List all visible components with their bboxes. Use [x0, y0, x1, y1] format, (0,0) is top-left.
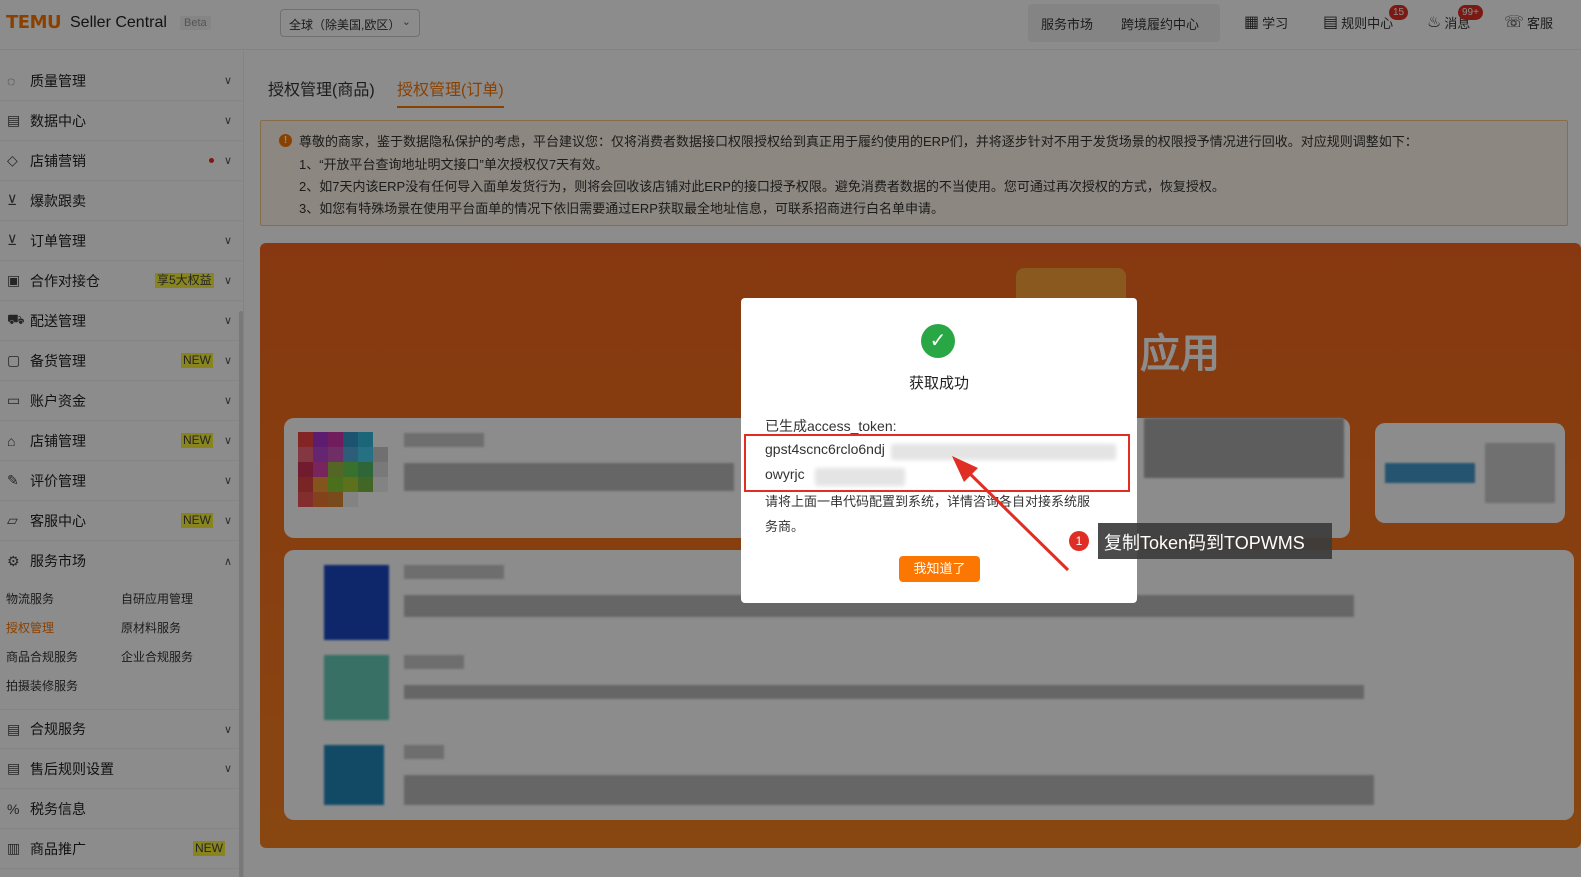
arrow-line: [960, 464, 1070, 572]
annotation-label: 复制Token码到TOPWMS: [1098, 523, 1332, 559]
annotation-arrow: [952, 456, 1070, 572]
annotation-number: 1: [1069, 531, 1089, 551]
